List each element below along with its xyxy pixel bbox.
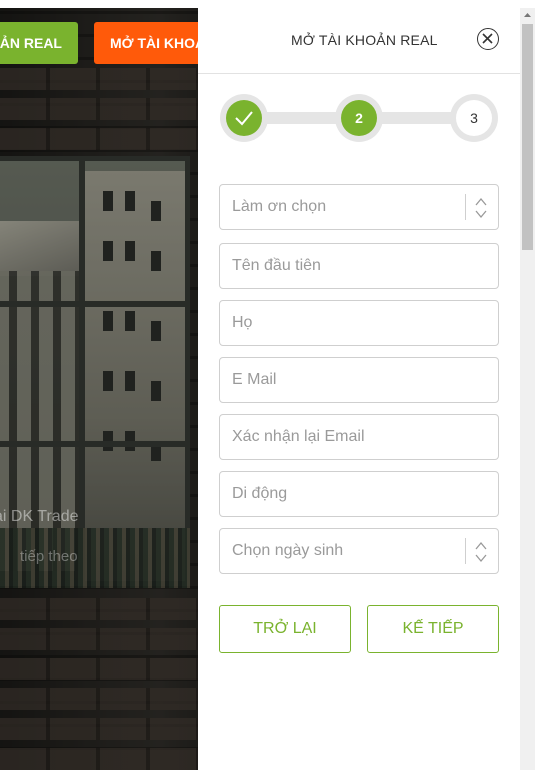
birthdate-select-value: Chọn ngày sinh	[232, 542, 344, 559]
select-arrows-icon	[465, 538, 490, 564]
step-3-label: 3	[456, 100, 492, 136]
select-arrows-icon	[465, 194, 490, 220]
confirm-email-field[interactable]	[219, 414, 499, 460]
email-field[interactable]	[219, 357, 499, 403]
title-select-value: Làm ơn chọn	[232, 198, 327, 215]
scrollbar-thumb[interactable]	[522, 24, 533, 250]
title-select[interactable]: Làm ơn chọn	[219, 184, 499, 230]
background-caption: ại DK Trade	[0, 508, 79, 525]
last-name-field[interactable]	[219, 300, 499, 346]
open-account-button[interactable]: MỞ TÀI KHOẢ	[94, 22, 200, 64]
background-subcaption: tiếp theo	[20, 548, 78, 565]
open-account-panel: MỞ TÀI KHOẢN REAL 2 3 Làm ơn chọn Chọn n…	[198, 8, 520, 770]
first-name-field[interactable]	[219, 243, 499, 289]
scrollbar[interactable]	[520, 8, 535, 770]
step-2: 2	[335, 94, 383, 142]
checkmark-icon	[235, 111, 253, 126]
step-1	[220, 94, 268, 142]
back-button[interactable]: TRỞ LẠI	[219, 605, 351, 653]
background-scene: ại DK Trade tiếp theo	[0, 8, 200, 770]
step-2-label: 2	[341, 100, 377, 136]
mobile-field[interactable]	[219, 471, 499, 517]
panel-title: MỞ TÀI KHOẢN REAL	[291, 32, 438, 48]
open-real-account-button[interactable]: ẢN REAL	[0, 22, 78, 64]
step-3: 3	[450, 94, 498, 142]
next-button[interactable]: KẾ TIẾP	[367, 605, 499, 653]
scroll-up-arrow-icon[interactable]	[520, 8, 535, 22]
birthdate-select[interactable]: Chọn ngày sinh	[219, 528, 499, 574]
panel-header: MỞ TÀI KHOẢN REAL	[198, 8, 520, 74]
close-icon[interactable]	[477, 28, 499, 50]
top-strip	[0, 0, 535, 8]
progress-stepper: 2 3	[220, 94, 498, 142]
